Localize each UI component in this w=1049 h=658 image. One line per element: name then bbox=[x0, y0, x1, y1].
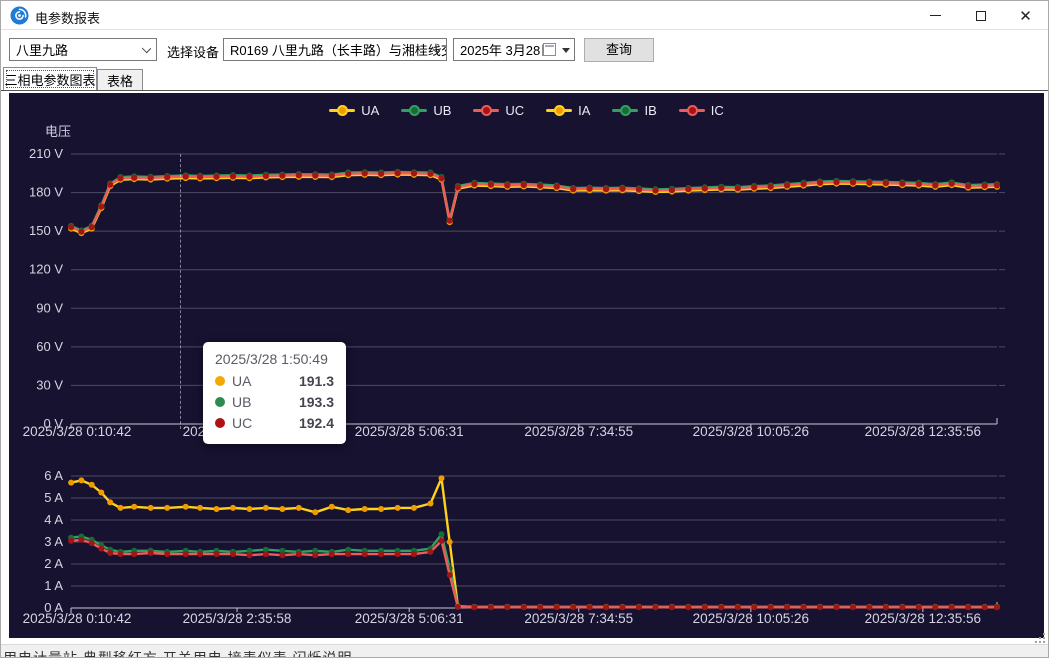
maximize-button[interactable] bbox=[958, 1, 1003, 30]
dropdown-arrow-icon[interactable] bbox=[562, 48, 570, 53]
chart-panel: UAUBUCIAIBIC 电压 0 V30 V60 V90 V120 V150 … bbox=[9, 93, 1044, 638]
crosshair-line bbox=[180, 154, 181, 429]
close-button[interactable]: ✕ bbox=[1003, 1, 1048, 30]
legend-label: IB bbox=[644, 103, 656, 118]
tooltip-time: 2025/3/28 1:50:49 bbox=[215, 351, 334, 367]
device-select-value: R0169 八里九路（长丰路）与湘桂线交 bbox=[230, 40, 447, 59]
area-select[interactable]: 八里九路 bbox=[9, 38, 157, 61]
query-button[interactable]: 查询 bbox=[584, 38, 654, 62]
minimize-button[interactable] bbox=[913, 1, 958, 30]
svg-text:210 V: 210 V bbox=[29, 146, 63, 161]
legend-swatch-icon bbox=[473, 109, 499, 112]
tooltip-ua-label: UA bbox=[232, 373, 251, 389]
tab-table[interactable]: 表格 bbox=[97, 69, 143, 90]
calendar-icon bbox=[543, 43, 556, 56]
date-picker-value: 2025年 3月28日 bbox=[460, 40, 553, 59]
chart-tooltip: 2025/3/28 1:50:49 UA 191.3 UB 193.3 UC 1… bbox=[203, 342, 346, 444]
svg-text:5 A: 5 A bbox=[44, 490, 63, 505]
svg-text:1 A: 1 A bbox=[44, 578, 63, 593]
tab-strip: 三相电参数图表 表格 bbox=[1, 67, 1048, 91]
tab-focus-rect bbox=[6, 70, 94, 88]
area-select-value: 八里九路 bbox=[16, 40, 68, 59]
maximize-icon bbox=[976, 11, 986, 21]
tooltip-row-ub: UB 193.3 bbox=[215, 394, 334, 410]
svg-text:2025/3/28 5:06:31: 2025/3/28 5:06:31 bbox=[355, 611, 464, 626]
legend-item-ia[interactable]: IA bbox=[546, 103, 590, 118]
voltage-chart[interactable]: 0 V30 V60 V90 V120 V150 V180 V210 V2025/… bbox=[9, 133, 1044, 449]
legend-item-ib[interactable]: IB bbox=[612, 103, 656, 118]
chevron-down-icon bbox=[142, 44, 151, 53]
svg-text:90 V: 90 V bbox=[36, 300, 63, 315]
legend-item-ua[interactable]: UA bbox=[329, 103, 379, 118]
svg-text:3 A: 3 A bbox=[44, 534, 63, 549]
legend-item-ub[interactable]: UB bbox=[401, 103, 451, 118]
tooltip-ua-value: 191.3 bbox=[299, 373, 334, 389]
svg-text:60 V: 60 V bbox=[36, 339, 63, 354]
current-chart[interactable]: 0 A1 A2 A3 A4 A5 A6 A2025/3/28 0:10:4220… bbox=[9, 463, 1044, 637]
background-window-strip: 用电计量站 典型移红方 开关用电 接表仪表 闪烁说明 bbox=[1, 644, 1048, 657]
legend-label: UA bbox=[361, 103, 379, 118]
window-title: 电参数报表 bbox=[35, 8, 100, 27]
legend-swatch-icon bbox=[329, 109, 355, 112]
tooltip-uc-value: 192.4 bbox=[299, 415, 334, 431]
legend-label: UC bbox=[505, 103, 524, 118]
svg-text:150 V: 150 V bbox=[29, 223, 63, 238]
legend-swatch-icon bbox=[612, 109, 638, 112]
uc-dot-icon bbox=[215, 418, 225, 428]
clipped-background-text: 用电计量站 典型移红方 开关用电 接表仪表 闪烁说明 bbox=[3, 648, 353, 657]
svg-text:2025/3/28 7:34:55: 2025/3/28 7:34:55 bbox=[524, 424, 633, 439]
tab-content-border bbox=[1, 90, 1048, 91]
legend-swatch-icon bbox=[546, 109, 572, 112]
svg-text:2025/3/28 2:35:58: 2025/3/28 2:35:58 bbox=[183, 611, 292, 626]
date-picker[interactable]: 2025年 3月28日 bbox=[453, 38, 575, 61]
ub-dot-icon bbox=[215, 397, 225, 407]
svg-text:2025/3/28 0:10:42: 2025/3/28 0:10:42 bbox=[23, 424, 132, 439]
resize-grip[interactable] bbox=[1035, 633, 1045, 643]
svg-text:2025/3/28 5:06:31: 2025/3/28 5:06:31 bbox=[355, 424, 464, 439]
legend-item-uc[interactable]: UC bbox=[473, 103, 524, 118]
svg-text:2025/3/28 12:35:56: 2025/3/28 12:35:56 bbox=[865, 611, 981, 626]
svg-text:2025/3/28 10:05:26: 2025/3/28 10:05:26 bbox=[693, 611, 809, 626]
svg-text:2025/3/28 12:35:56: 2025/3/28 12:35:56 bbox=[865, 424, 981, 439]
toolbar: 八里九路 选择设备 R0169 八里九路（长丰路）与湘桂线交 2025年 3月2… bbox=[1, 31, 1048, 67]
device-select[interactable]: R0169 八里九路（长丰路）与湘桂线交 bbox=[223, 38, 447, 61]
svg-text:4 A: 4 A bbox=[44, 512, 63, 527]
legend-label: UB bbox=[433, 103, 451, 118]
legend-item-ic[interactable]: IC bbox=[679, 103, 724, 118]
tooltip-ub-label: UB bbox=[232, 394, 251, 410]
close-icon: ✕ bbox=[1019, 7, 1032, 25]
svg-text:180 V: 180 V bbox=[29, 185, 63, 200]
svg-text:30 V: 30 V bbox=[36, 377, 63, 392]
svg-text:6 A: 6 A bbox=[44, 468, 63, 483]
svg-text:2 A: 2 A bbox=[44, 556, 63, 571]
app-logo-icon bbox=[10, 6, 29, 25]
tooltip-uc-label: UC bbox=[232, 415, 252, 431]
svg-text:2025/3/28 10:05:26: 2025/3/28 10:05:26 bbox=[693, 424, 809, 439]
svg-text:2025/3/28 0:10:42: 2025/3/28 0:10:42 bbox=[23, 611, 132, 626]
legend-label: IA bbox=[578, 103, 590, 118]
legend-label: IC bbox=[711, 103, 724, 118]
svg-text:2025/3/28 7:34:55: 2025/3/28 7:34:55 bbox=[524, 611, 633, 626]
legend-swatch-icon bbox=[679, 109, 705, 112]
tooltip-ub-value: 193.3 bbox=[299, 394, 334, 410]
tooltip-row-uc: UC 192.4 bbox=[215, 415, 334, 431]
svg-text:120 V: 120 V bbox=[29, 262, 63, 277]
minimize-icon bbox=[930, 15, 941, 16]
tooltip-row-ua: UA 191.3 bbox=[215, 373, 334, 389]
device-label: 选择设备 bbox=[167, 42, 219, 61]
app-window: 电参数报表 ✕ 八里九路 选择设备 R0169 八里九路（长丰路）与湘桂线交 2… bbox=[0, 0, 1049, 658]
ua-dot-icon bbox=[215, 376, 225, 386]
title-bar[interactable]: 电参数报表 ✕ bbox=[1, 1, 1048, 30]
tab-table-label: 表格 bbox=[107, 71, 133, 90]
tab-chart[interactable]: 三相电参数图表 bbox=[3, 67, 97, 90]
legend-swatch-icon bbox=[401, 109, 427, 112]
chart-legend: UA UB UC IA IB IC bbox=[9, 103, 1044, 118]
